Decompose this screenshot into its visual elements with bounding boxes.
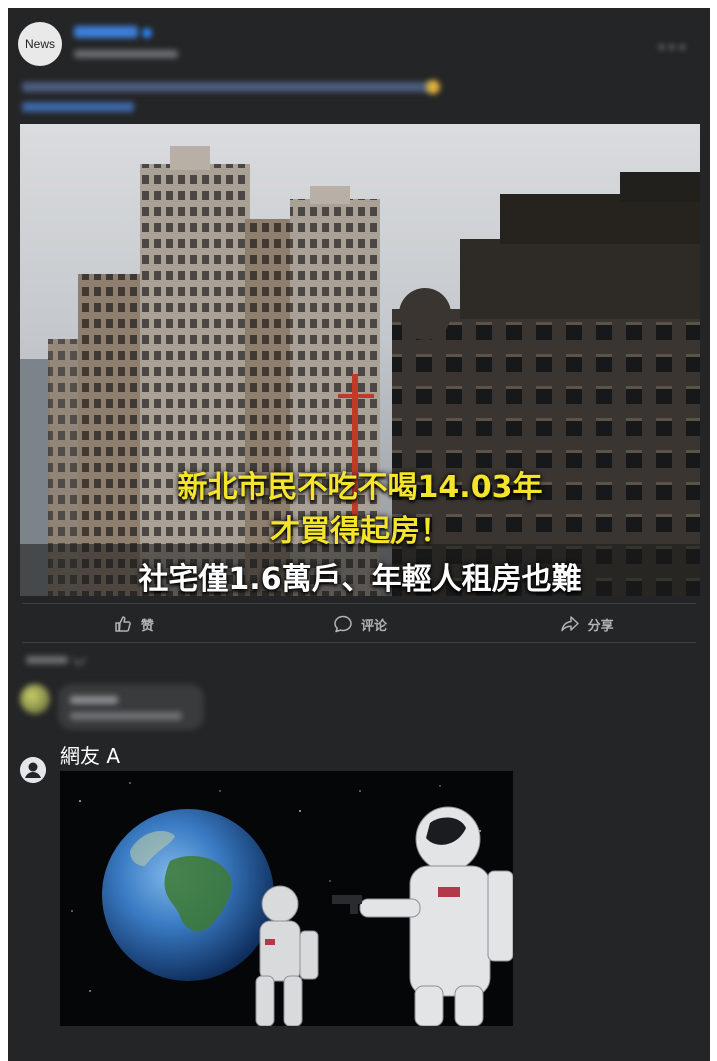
headline-line-3: 社宅僅1.6萬戶、年輕人租房也難 [138, 562, 582, 596]
comment-bubble-redacted [58, 684, 204, 730]
share-label: 分享 [587, 618, 614, 634]
post-image[interactable]: 新北市民不吃不喝14.03年 才買得起房！ 社宅僅1.6萬戶、年輕人租房也難 [20, 124, 700, 596]
comment-sort-redacted[interactable] [26, 656, 68, 664]
comment-author-name[interactable]: 網友 A [60, 740, 120, 769]
person-silhouette-icon [20, 757, 46, 783]
post-timestamp-redacted[interactable] [74, 50, 178, 58]
user-avatar-icon[interactable] [20, 757, 46, 783]
like-button[interactable]: 赞 [20, 608, 247, 640]
comment-label: 评论 [361, 618, 388, 634]
comment-bubble-icon [334, 615, 352, 633]
astronaut-meme-illustration [60, 771, 513, 1026]
commenter-name-redacted[interactable] [70, 696, 118, 704]
headline-line-1: 新北市民不吃不喝14.03年 [177, 470, 543, 505]
chevron-down-icon[interactable] [71, 651, 87, 667]
emoji-icon [426, 80, 440, 94]
facebook-post-card: News ••• 新北市民不吃不喝14.03年 才買得起房！ 社宅僅1.6萬戶、… [8, 8, 710, 1061]
divider [22, 642, 696, 643]
post-link-redacted[interactable] [22, 102, 134, 112]
comment-button[interactable]: 评论 [247, 608, 474, 640]
post-action-bar: 赞 评论 分享 [20, 608, 700, 640]
like-label: 赞 [140, 618, 154, 634]
share-button[interactable]: 分享 [473, 608, 700, 640]
thumbs-up-icon [115, 616, 131, 632]
verified-badge-icon [142, 28, 152, 38]
comment-text-redacted [70, 712, 182, 720]
page-name-redacted[interactable] [74, 26, 138, 38]
comment-meme-image[interactable] [60, 771, 513, 1026]
post-caption-redacted [22, 82, 432, 92]
headline-line-2: 才買得起房！ [270, 514, 450, 549]
commenter-avatar[interactable] [20, 684, 50, 714]
page-avatar-text: News [24, 37, 55, 51]
more-options-icon[interactable]: ••• [657, 38, 688, 57]
page-avatar[interactable]: News [18, 22, 62, 66]
share-arrow-icon [560, 616, 579, 632]
divider [22, 603, 696, 604]
